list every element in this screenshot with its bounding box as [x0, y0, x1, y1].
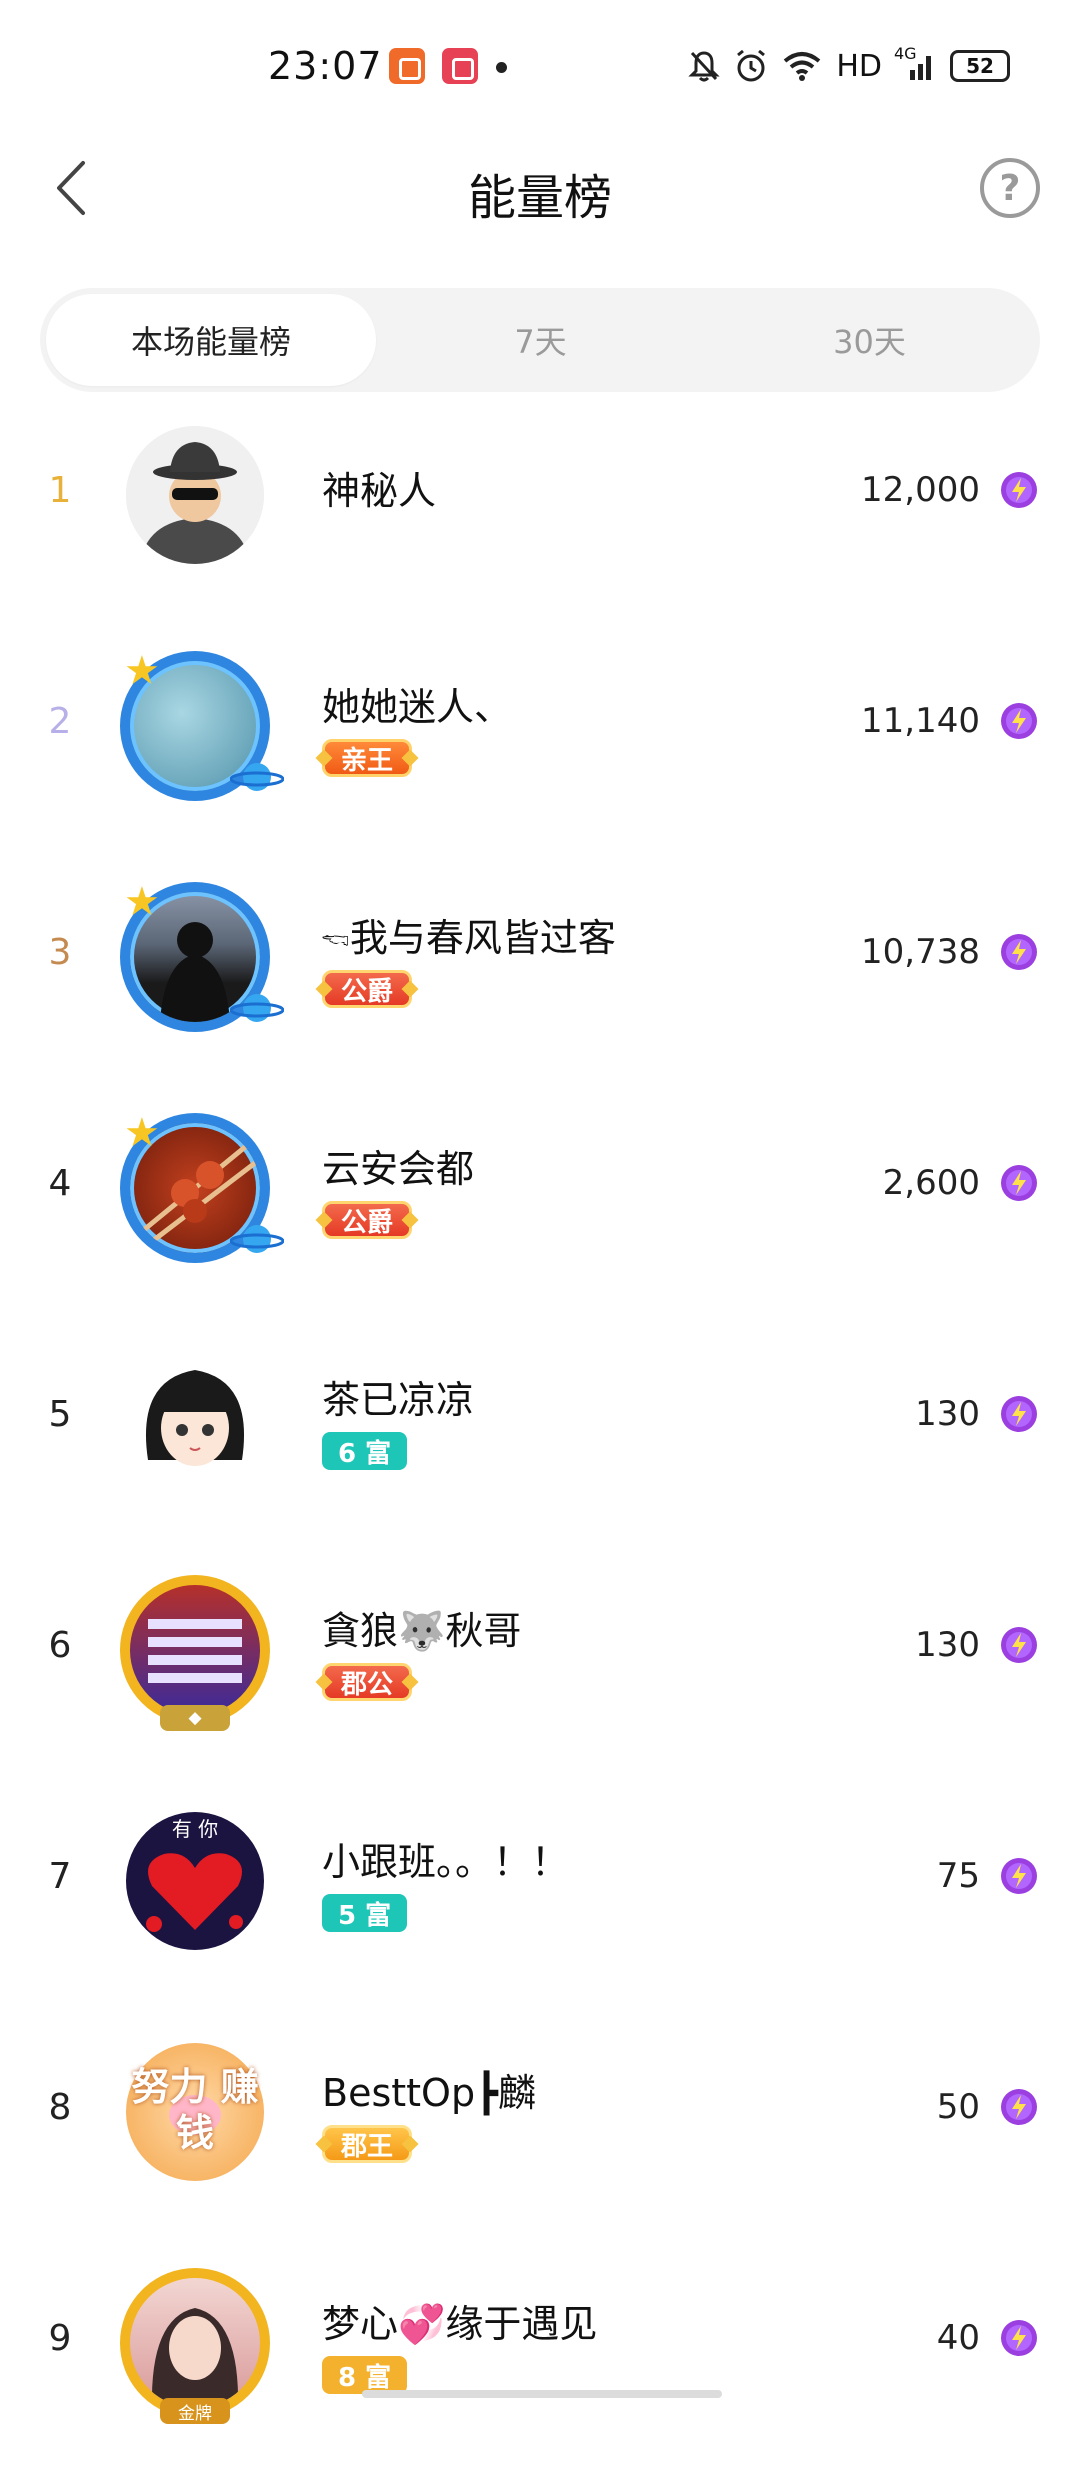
- ranking-row[interactable]: 6 ◆ 貪狼🐺秋哥 郡公 130: [0, 1560, 1080, 1791]
- noble-badge: 公爵: [322, 970, 413, 1008]
- user-name: 茶已凉凉: [322, 1378, 475, 1422]
- noble-badge: 亲王: [322, 739, 413, 777]
- lightning-icon: [1001, 1165, 1037, 1201]
- app-notification-icon: [389, 48, 425, 84]
- avatar-image: [126, 426, 264, 564]
- user-name: 她她迷人、: [322, 685, 513, 729]
- page-title: 能量榜: [467, 170, 612, 226]
- noble-badge: 郡公: [322, 1663, 413, 1701]
- lightning-icon: [1001, 2320, 1037, 2356]
- ranking-row[interactable]: 5 茶已凉凉 6 富 130: [0, 1329, 1080, 1560]
- energy-score: 130: [915, 1394, 980, 1434]
- more-notifications-dot-icon: [496, 62, 507, 73]
- video-notification-icon: [442, 48, 478, 84]
- ranking-row[interactable]: 8 努力 赚钱 BesttOp┣麟 郡王 50: [0, 2022, 1080, 2253]
- ranking-row[interactable]: 4 ★ 云安会都 公爵 2,600: [0, 1098, 1080, 1329]
- tab-30-days[interactable]: 30天: [705, 294, 1034, 386]
- battery-icon: 52: [950, 50, 1010, 82]
- rank-number: 5: [48, 1393, 72, 1435]
- avatar[interactable]: ★: [120, 648, 284, 801]
- user-name: 小跟班。。！！: [322, 1840, 570, 1884]
- energy-score: 2,600: [882, 1163, 980, 1203]
- star-icon: ★: [124, 1110, 160, 1156]
- avatar-caption: 有 你: [171, 1817, 219, 1841]
- noble-badge: 郡王: [322, 2125, 413, 2163]
- ranking-list: 1 神秘人 12,000 2 ★ 她她迷人、 亲王 11,140 3 ★ 🖘我与…: [0, 405, 1080, 2484]
- energy-score: 130: [915, 1625, 980, 1665]
- rank-number: 7: [48, 1855, 72, 1897]
- star-icon: ★: [124, 648, 160, 694]
- ranking-row[interactable]: 7 有 你 小跟班。。！！ 5 富 75: [0, 1791, 1080, 2022]
- wealth-level-badge: 8 富: [322, 2356, 408, 2394]
- rank-number: 6: [48, 1624, 72, 1666]
- ranking-row[interactable]: 1 神秘人 12,000: [0, 405, 1080, 636]
- wealth-level-badge: 5 富: [322, 1894, 408, 1932]
- network-hd-label: HD: [836, 48, 882, 84]
- user-name: 神秘人: [322, 469, 437, 513]
- energy-score: 75: [936, 1856, 980, 1896]
- avatar[interactable]: ★: [120, 1110, 284, 1263]
- alarm-icon: [737, 49, 766, 82]
- frame-emblem-icon: ◆: [160, 1705, 230, 1731]
- header: 能量榜 ?: [0, 140, 1080, 236]
- period-tabs: 本场能量榜 7天 30天: [40, 288, 1040, 392]
- energy-score: 40: [936, 2318, 980, 2358]
- cell-4g-label: 4G: [894, 44, 917, 63]
- planet-icon: [230, 994, 284, 1022]
- rank-number: 8: [48, 2086, 72, 2128]
- status-time: 23:07: [268, 44, 383, 88]
- gold-medal-badge: 金牌: [160, 2398, 230, 2424]
- user-name: 🖘我与春风皆过客: [322, 916, 616, 960]
- rank-number: 1: [48, 469, 72, 511]
- lightning-icon: [1001, 1396, 1037, 1432]
- energy-score: 12,000: [861, 470, 980, 510]
- user-name: BesttOp┣麟: [322, 2071, 536, 2115]
- avatar-image: [126, 1350, 264, 1488]
- avatar[interactable]: [120, 1344, 270, 1494]
- lightning-icon: [1001, 472, 1037, 508]
- planet-icon: [230, 1225, 284, 1253]
- avatar[interactable]: ★: [120, 879, 284, 1032]
- lightning-icon: [1001, 703, 1037, 739]
- rank-number: 4: [48, 1162, 72, 1204]
- rank-number: 2: [48, 700, 72, 742]
- wealth-level-badge: 6 富: [322, 1432, 408, 1470]
- rank-number: 9: [48, 2317, 72, 2359]
- lightning-icon: [1001, 934, 1037, 970]
- planet-icon: [230, 763, 284, 791]
- avatar[interactable]: [120, 420, 270, 570]
- avatar[interactable]: 努力 赚钱: [120, 2037, 270, 2187]
- avatar[interactable]: ◆: [120, 1575, 270, 1731]
- lightning-icon: [1001, 2089, 1037, 2125]
- energy-score: 10,738: [861, 932, 980, 972]
- avatar[interactable]: 有 你: [120, 1806, 270, 1956]
- lightning-icon: [1001, 1627, 1037, 1663]
- status-indicators: HD 4G 52: [688, 44, 1010, 88]
- status-bar: 23:07 HD 4G 52: [0, 0, 1080, 135]
- rank-number: 3: [48, 931, 72, 973]
- noble-badge: 公爵: [322, 1201, 413, 1239]
- avatar-caption: 努力 赚钱: [131, 2065, 259, 2155]
- home-indicator[interactable]: [362, 2390, 722, 2398]
- lightning-icon: [1001, 1858, 1037, 1894]
- energy-score: 11,140: [861, 701, 980, 741]
- ranking-row[interactable]: 2 ★ 她她迷人、 亲王 11,140: [0, 636, 1080, 867]
- cell-signal-icon: 4G: [894, 44, 936, 82]
- help-button[interactable]: ?: [980, 158, 1040, 218]
- avatar[interactable]: 金牌: [120, 2268, 270, 2424]
- user-name: 云安会都: [322, 1147, 475, 1191]
- wifi-icon: [784, 52, 821, 81]
- star-icon: ★: [124, 879, 160, 925]
- avatar-image: [120, 1575, 270, 1725]
- ranking-row[interactable]: 3 ★ 🖘我与春风皆过客 公爵 10,738: [0, 867, 1080, 1098]
- ranking-row[interactable]: 9 金牌 梦心💞缘于遇见 8 富 40: [0, 2253, 1080, 2484]
- energy-score: 50: [936, 2087, 980, 2127]
- mute-bell-icon: [688, 51, 720, 82]
- user-name: 貪狼🐺秋哥: [322, 1609, 522, 1653]
- tab-current-session[interactable]: 本场能量榜: [46, 294, 376, 386]
- tab-7-days[interactable]: 7天: [376, 294, 705, 386]
- avatar-image: [120, 2268, 270, 2418]
- user-name: 梦心💞缘于遇见: [322, 2302, 598, 2346]
